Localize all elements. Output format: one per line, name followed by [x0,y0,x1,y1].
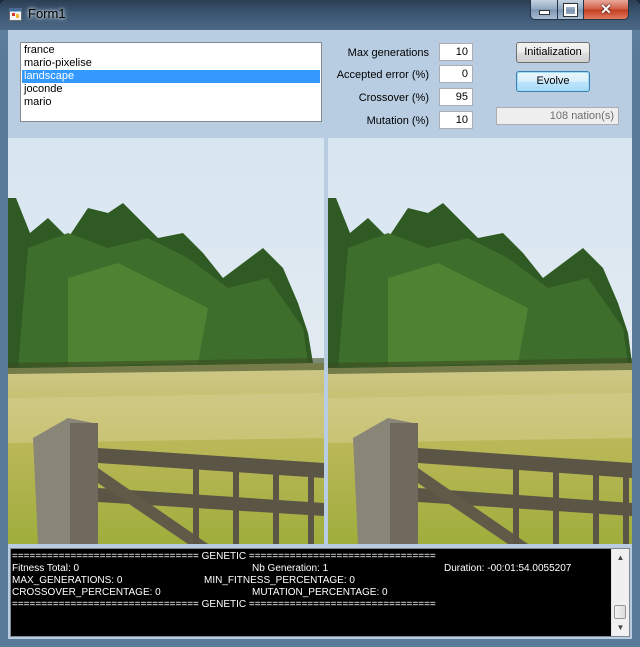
console-line: CROSSOVER_PERCENTAGE: 0 MUTATION_PERCENT… [12,587,629,599]
evolved-image [328,138,632,544]
min-fitness-text: MIN_FITNESS_PERCENTAGE: 0 [204,575,355,586]
console-line: ================================ GENETIC… [12,599,629,611]
form-client-area: france mario-pixelise landscape joconde … [8,30,632,639]
accepted-error-label: Accepted error (%) [336,69,429,81]
console-line: MAX_GENERATIONS: 0 MIN_FITNESS_PERCENTAG… [12,575,629,587]
list-item-selected[interactable]: landscape [22,70,320,83]
accepted-error-field[interactable]: 0 [439,65,473,83]
crossover-text: CROSSOVER_PERCENTAGE: 0 [12,587,161,598]
evolve-button[interactable]: Evolve [516,71,590,92]
console-scrollbar[interactable]: ▲ ▼ [611,549,629,636]
max-generations-label: Max generations [347,47,429,59]
scroll-thumb[interactable] [614,605,626,619]
crossover-field[interactable]: 95 [439,88,473,106]
fitness-total-text: Fitness Total: 0 [12,563,80,574]
console-line: ================================ GENETIC… [12,551,629,563]
crossover-label: Crossover (%) [358,92,429,104]
mutation-label: Mutation (%) [366,115,429,127]
title-bar[interactable]: Form1 ✕ [0,0,640,30]
list-item[interactable]: joconde [22,83,320,96]
console-footer: ================================ GENETIC… [12,599,436,610]
scroll-down-icon[interactable]: ▼ [612,619,629,636]
mutation-text: MUTATION_PERCENTAGE: 0 [252,587,388,598]
max-generations-text: MAX_GENERATIONS: 0 [12,575,123,586]
maximize-button[interactable] [557,0,584,20]
app-icon [9,8,22,21]
source-image [8,138,324,544]
close-icon: ✕ [600,1,612,17]
duration-text: Duration: -00:01:54.0055207 [444,563,572,574]
nb-generation-text: Nb Generation: 1 [252,563,329,574]
console-line: Fitness Total: 0 Nb Generation: 1 Durati… [12,563,629,575]
list-item[interactable]: france [22,44,320,57]
nations-count-field: 108 nation(s) [496,107,619,125]
app-window: Form1 ✕ france mario-pixelise landscape … [0,0,640,647]
console-header: ================================ GENETIC… [12,551,436,562]
image-listbox[interactable]: france mario-pixelise landscape joconde … [20,42,322,122]
window-title: Form1 [28,6,66,21]
maximize-icon [564,3,577,16]
initialization-button[interactable]: Initialization [516,42,590,63]
mutation-field[interactable]: 10 [439,111,473,129]
list-item[interactable]: mario [22,96,320,109]
minimize-button[interactable] [530,0,558,20]
list-item[interactable]: mario-pixelise [22,57,320,70]
minimize-icon [538,10,550,15]
max-generations-field[interactable]: 10 [439,43,473,61]
close-button[interactable]: ✕ [583,0,629,20]
scroll-up-icon[interactable]: ▲ [612,549,629,566]
output-console[interactable]: ================================ GENETIC… [10,548,630,637]
